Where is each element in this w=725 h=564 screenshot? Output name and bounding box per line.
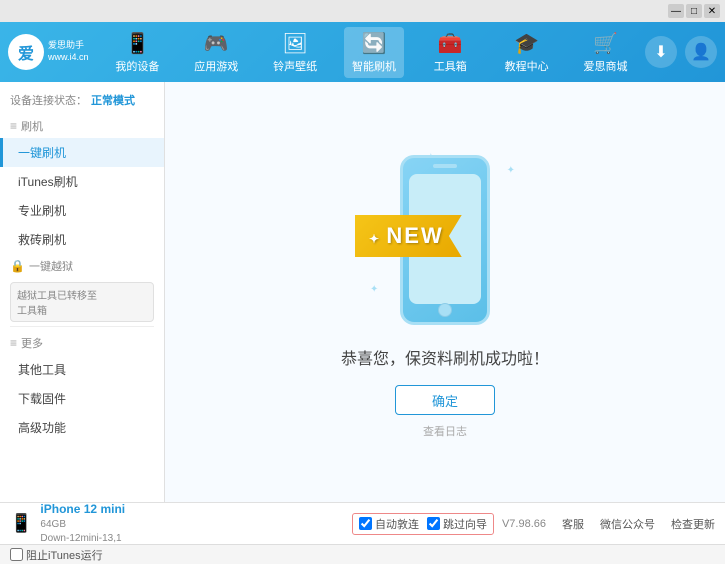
section-flash: ≡ 刷机 [0, 114, 164, 138]
stop-itunes-label: 阻止iTunes运行 [26, 547, 103, 563]
nav-icon-smart: 🔄 [362, 31, 387, 56]
close-button[interactable]: ✕ [704, 4, 720, 18]
sidebar-item-advanced[interactable]: 高级功能 [0, 413, 164, 442]
user-button[interactable]: 👤 [685, 36, 717, 68]
maximize-button[interactable]: □ [686, 4, 702, 18]
divider [10, 326, 154, 327]
nav-label-tools: 工具箱 [434, 58, 467, 74]
auto-update-label: 自动敦连 [375, 516, 419, 532]
device-info: 📱 iPhone 12 mini 64GB Down-12mini-13,1 [10, 501, 344, 546]
jailbreak-note: 越狱工具已转移至工具箱 [10, 282, 154, 322]
wizard-checkbox[interactable]: 跳过向导 [427, 516, 487, 532]
stop-itunes-bar: 阻止iTunes运行 [0, 544, 725, 564]
nav-right: ⬇ 👤 [645, 36, 717, 68]
nav-icon-tutorials: 🎓 [514, 31, 539, 56]
nav-label-store: 爱思商城 [583, 58, 627, 74]
confirm-button[interactable]: 确定 [395, 385, 495, 415]
device-icon: 📱 [10, 513, 32, 534]
status-value: 正常模式 [91, 92, 135, 108]
sidebar-item-pro-flash[interactable]: 专业刷机 [0, 196, 164, 225]
support-link[interactable]: 客服 [562, 516, 584, 532]
wizard-label: 跳过向导 [443, 516, 487, 532]
check-update-link[interactable]: 检查更新 [671, 516, 715, 532]
device-version: Down-12mini-13,1 [40, 532, 125, 546]
sidebar-item-rescue-flash[interactable]: 救砖刷机 [0, 225, 164, 254]
nav-item-wallpaper[interactable]: 🖼 铃声壁纸 [265, 27, 325, 78]
minimize-button[interactable]: — [668, 4, 684, 18]
nav-item-smart[interactable]: 🔄 智能刷机 [344, 27, 404, 78]
sidebar-item-other-tools[interactable]: 其他工具 [0, 355, 164, 384]
stop-itunes-toggle[interactable]: 阻止iTunes运行 [10, 547, 103, 563]
nav-item-apps[interactable]: 🎮 应用游戏 [186, 27, 246, 78]
sidebar-item-download-firmware[interactable]: 下载固件 [0, 384, 164, 413]
sidebar-item-itunes-flash[interactable]: iTunes刷机 [0, 167, 164, 196]
logo-text: 爱思助手 www.i4.cn [48, 40, 89, 63]
main-layout: 设备连接状态： 正常模式 ≡ 刷机 一键刷机 iTunes刷机 专业刷机 救砖刷… [0, 82, 725, 502]
nav-icon-tools: 🧰 [438, 31, 463, 56]
sidebar: 设备连接状态： 正常模式 ≡ 刷机 一键刷机 iTunes刷机 专业刷机 救砖刷… [0, 82, 165, 502]
sparkle-3: ✦ [370, 284, 378, 295]
auto-update-checkbox[interactable]: 自动敦连 [359, 516, 419, 532]
nav-item-my-device[interactable]: 📱 我的设备 [107, 27, 167, 78]
nav-icon-wallpaper: 🖼 [282, 31, 307, 56]
phone-illustration: ✦ ✦ ✦ NEW [365, 145, 525, 325]
logo-icon: 爱 [8, 34, 44, 70]
lock-icon: 🔒 [10, 259, 25, 273]
nav-item-tutorials[interactable]: 🎓 教程中心 [497, 27, 557, 78]
nav-icon-apps: 🎮 [204, 31, 229, 56]
version-info: V7.98.66 [502, 518, 546, 530]
sidebar-item-one-click-flash[interactable]: 一键刷机 [0, 138, 164, 167]
status-bar: 设备连接状态： 正常模式 [0, 88, 164, 114]
new-ribbon: NEW [355, 215, 462, 257]
success-message: 恭喜您，保资料刷机成功啦！ [341, 345, 549, 369]
nav-label-smart: 智能刷机 [352, 58, 396, 74]
nav-label-wallpaper: 铃声壁纸 [273, 58, 317, 74]
bottom-right: V7.98.66 客服 微信公众号 检查更新 [502, 516, 715, 532]
nav-items: 📱 我的设备 🎮 应用游戏 🖼 铃声壁纸 🔄 智能刷机 🧰 工具箱 🎓 教程中心… [98, 27, 645, 78]
download-button[interactable]: ⬇ [645, 36, 677, 68]
logo[interactable]: 爱 爱思助手 www.i4.cn [8, 34, 98, 70]
nav-item-tools[interactable]: 🧰 工具箱 [423, 27, 478, 78]
wizard-input[interactable] [427, 517, 440, 530]
stop-itunes-checkbox[interactable] [10, 548, 23, 561]
nav-item-store[interactable]: 🛒 爱思商城 [575, 27, 635, 78]
phone-home-btn [438, 303, 452, 317]
nav-label-tutorials: 教程中心 [505, 58, 549, 74]
auto-update-input[interactable] [359, 517, 372, 530]
checkbox-group: 自动敦连 跳过向导 [352, 513, 494, 535]
section-jailbreak: 🔒 一键越狱 [0, 254, 164, 278]
content-area: ✦ ✦ ✦ NEW 恭喜您，保资料刷机成功啦！ 确定 查看日志 [165, 82, 725, 502]
section-flash-icon: ≡ [10, 119, 17, 133]
device-storage: 64GB [40, 518, 125, 532]
header: 爱 爱思助手 www.i4.cn 📱 我的设备 🎮 应用游戏 🖼 铃声壁纸 🔄 … [0, 22, 725, 82]
device-name: iPhone 12 mini [40, 501, 125, 518]
device-details: iPhone 12 mini 64GB Down-12mini-13,1 [40, 501, 125, 546]
nav-label-apps: 应用游戏 [194, 58, 238, 74]
nav-label-my-device: 我的设备 [115, 58, 159, 74]
section-more-label: 更多 [21, 335, 43, 351]
nav-icon-my-device: 📱 [125, 31, 150, 56]
title-bar: — □ ✕ [0, 0, 725, 22]
go-home-link[interactable]: 查看日志 [423, 423, 467, 439]
section-jailbreak-label: 一键越狱 [29, 258, 73, 274]
section-more-icon: ≡ [10, 336, 17, 350]
status-label: 设备连接状态： [10, 92, 87, 108]
section-flash-label: 刷机 [21, 118, 43, 134]
section-more: ≡ 更多 [0, 331, 164, 355]
wechat-link[interactable]: 微信公众号 [600, 516, 655, 532]
phone-speaker [433, 164, 457, 168]
nav-icon-store: 🛒 [593, 31, 618, 56]
sparkle-2: ✦ [507, 165, 515, 176]
bottom-bar: 📱 iPhone 12 mini 64GB Down-12mini-13,1 自… [0, 502, 725, 544]
